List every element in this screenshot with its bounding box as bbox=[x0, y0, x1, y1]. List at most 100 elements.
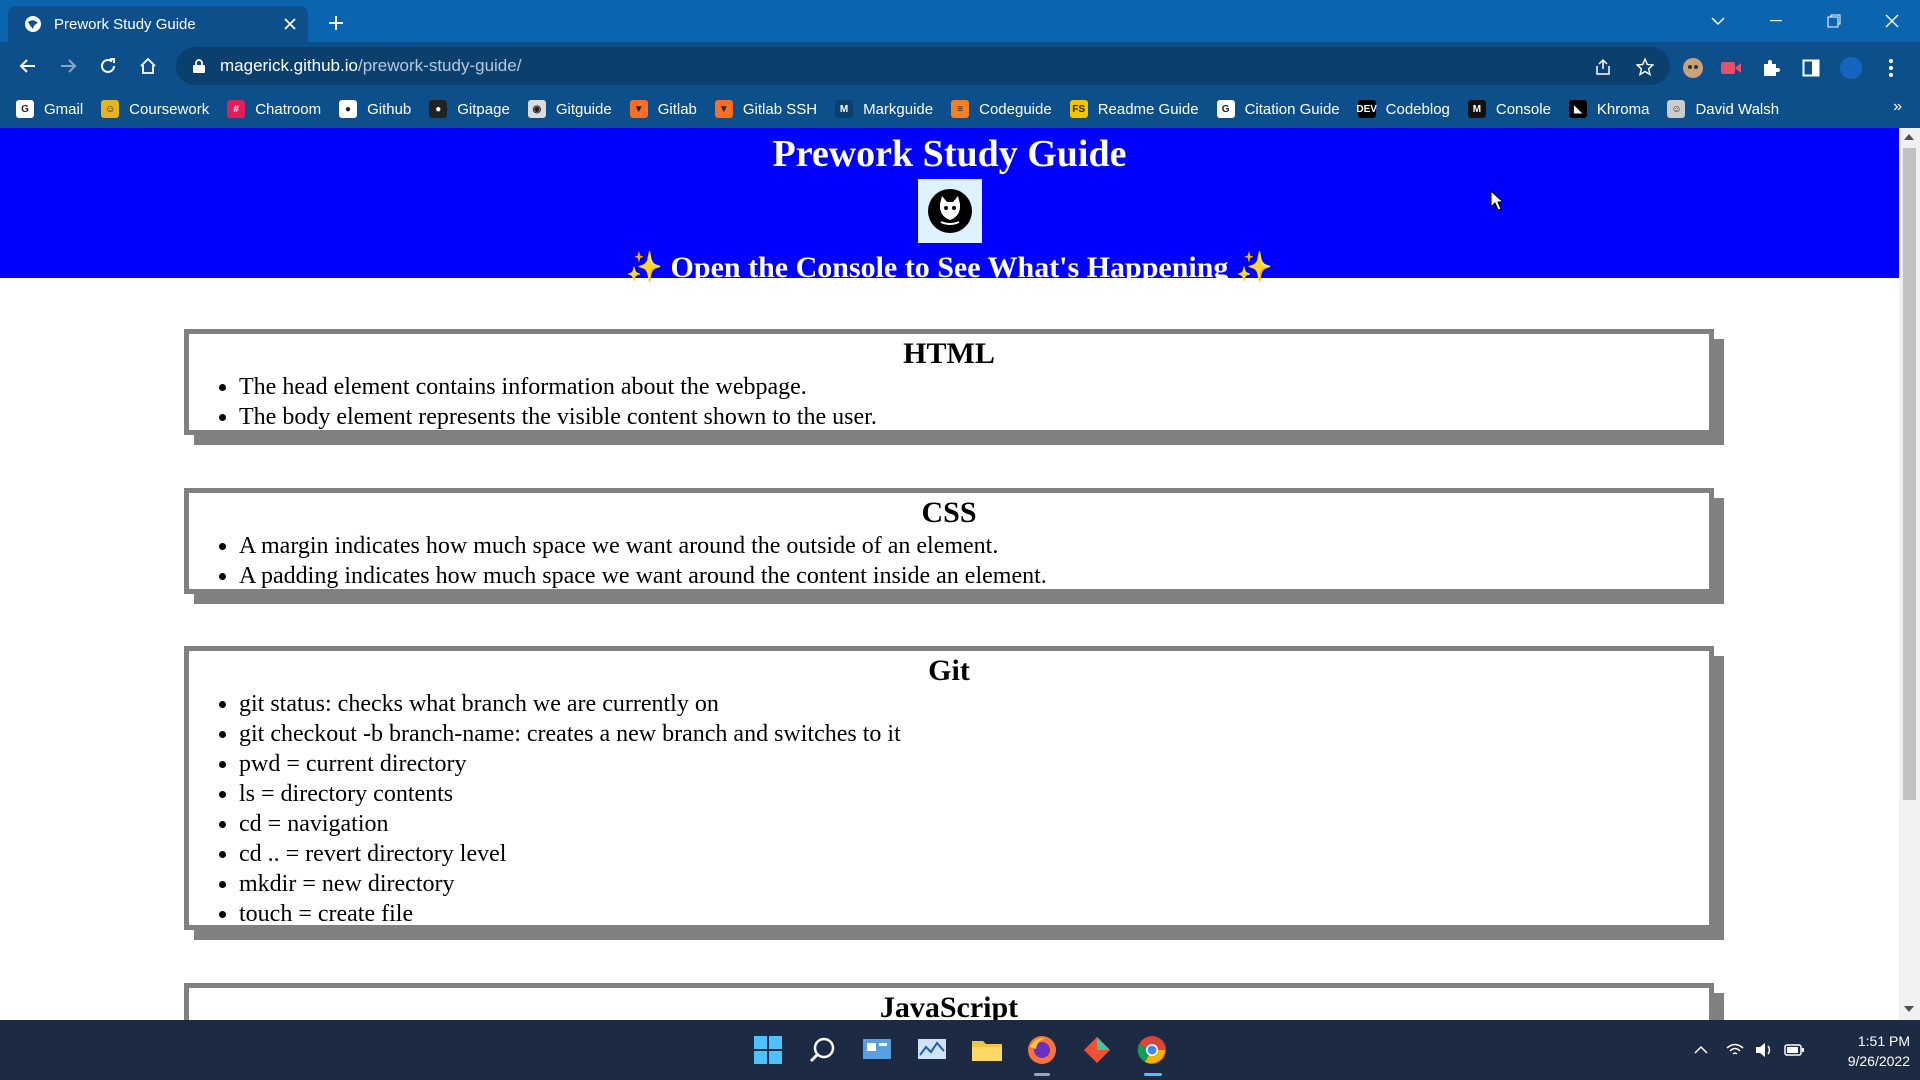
windows-start-icon[interactable] bbox=[748, 1030, 788, 1070]
chevron-up-icon[interactable] bbox=[1690, 1040, 1712, 1060]
dev-icon: DEV bbox=[1356, 100, 1377, 118]
section-heading: Git bbox=[928, 654, 970, 687]
bookmark-item[interactable]: ◉ Gitguide bbox=[527, 100, 612, 118]
url-host: magerick.github.io bbox=[220, 56, 358, 75]
bookmark-label: Console bbox=[1495, 100, 1551, 118]
github-icon: ● bbox=[429, 100, 448, 118]
bookmark-label: Codeblog bbox=[1385, 100, 1450, 118]
section-css: CSS A margin indicates how much space we… bbox=[184, 488, 1714, 594]
list-item: ls = directory contents bbox=[239, 779, 1709, 809]
chrome-icon[interactable] bbox=[1132, 1030, 1172, 1070]
list-item: pwd = current directory bbox=[239, 749, 1709, 779]
search-icon[interactable] bbox=[803, 1030, 843, 1070]
extension-avatar-icon[interactable] bbox=[1680, 55, 1706, 81]
bookmark-label: Readme Guide bbox=[1097, 100, 1199, 118]
file-explorer-icon[interactable] bbox=[967, 1030, 1007, 1070]
forward-arrow-icon[interactable] bbox=[52, 50, 84, 82]
bookmark-label: Gitlab bbox=[657, 100, 697, 118]
tab-title: Prework Study Guide bbox=[54, 15, 196, 33]
bookmark-label: Gitpage bbox=[457, 100, 510, 118]
walsh-icon: ☺ bbox=[1667, 100, 1686, 118]
address-bar[interactable]: magerick.github.io/prework-study-guide/ bbox=[176, 47, 1670, 85]
list-item: git checkout -b branch-name: creates a n… bbox=[239, 719, 1709, 749]
side-panel-icon[interactable] bbox=[1798, 55, 1824, 81]
clock-time: 1:51 PM bbox=[1857, 1033, 1910, 1049]
bookmark-item[interactable]: ▼ Gitlab SSH bbox=[714, 100, 817, 118]
list-item: The head element contains information ab… bbox=[239, 372, 1709, 402]
bookmark-item[interactable]: ● Gitpage bbox=[429, 100, 510, 118]
url-path: /prework-study-guide/ bbox=[357, 56, 522, 75]
bookmark-item[interactable]: ☺ David Walsh bbox=[1667, 100, 1779, 118]
page-header: Prework Study Guide ✨ Open the Console t… bbox=[0, 128, 1899, 284]
page-subtitle: ✨ Open the Console to See What's Happeni… bbox=[625, 251, 1274, 284]
gitlab-icon: ▼ bbox=[629, 100, 648, 118]
google-icon: G bbox=[16, 100, 34, 118]
browser-tab[interactable]: Prework Study Guide bbox=[8, 6, 308, 42]
close-tab-icon[interactable] bbox=[276, 10, 304, 38]
git-kraken-icon[interactable] bbox=[1077, 1030, 1117, 1070]
bookmark-item[interactable]: FS Readme Guide bbox=[1069, 100, 1199, 118]
bookmark-label: Coursework bbox=[129, 100, 210, 118]
performance-monitor-icon[interactable] bbox=[912, 1030, 952, 1070]
vertical-scrollbar[interactable] bbox=[1899, 128, 1920, 1020]
browser-toolbar: magerick.github.io/prework-study-guide/ bbox=[0, 42, 1920, 90]
minimize-button[interactable] bbox=[1748, 0, 1804, 42]
battery-icon[interactable] bbox=[1783, 1040, 1805, 1060]
section-javascript: JavaScript bbox=[184, 983, 1714, 1020]
globe-icon: ◉ bbox=[527, 100, 546, 118]
list-item: A margin indicates how much space we wan… bbox=[239, 531, 1709, 561]
new-tab-button[interactable] bbox=[322, 10, 350, 36]
list-item: The body element represents the visible … bbox=[239, 402, 1709, 432]
section-heading: CSS bbox=[921, 496, 977, 529]
scroll-down-arrow-icon[interactable] bbox=[1904, 1006, 1914, 1012]
list-item: mkdir = new directory bbox=[239, 869, 1709, 899]
system-clock[interactable]: 1:51 PM 9/26/2022 bbox=[1820, 1031, 1910, 1071]
volume-icon[interactable] bbox=[1753, 1040, 1775, 1060]
bookmark-item[interactable]: ≡ Codeguide bbox=[951, 100, 1052, 118]
extension-video-icon[interactable] bbox=[1718, 55, 1744, 81]
bookmark-item[interactable]: G Citation Guide bbox=[1216, 100, 1340, 118]
firefox-icon[interactable] bbox=[1022, 1030, 1062, 1070]
section-list: The head element contains information ab… bbox=[189, 372, 1709, 432]
list-item: cd = navigation bbox=[239, 809, 1709, 839]
bookmark-item[interactable]: DEV Codeblog bbox=[1356, 100, 1450, 118]
bookmark-item[interactable]: ● Github bbox=[339, 100, 411, 118]
bookmark-item[interactable]: M Console bbox=[1467, 100, 1551, 118]
home-icon[interactable] bbox=[132, 50, 164, 82]
share-icon[interactable] bbox=[1592, 56, 1614, 78]
scroll-up-arrow-icon[interactable] bbox=[1904, 134, 1914, 140]
stackoverflow-icon: ≡ bbox=[951, 100, 970, 118]
browser-title-bar: Prework Study Guide bbox=[0, 0, 1920, 42]
bookmark-item[interactable]: ☺ Coursework bbox=[101, 100, 209, 118]
scrollbar-thumb[interactable] bbox=[1903, 148, 1916, 800]
control-panel-icon[interactable] bbox=[857, 1030, 897, 1070]
bookmark-star-icon[interactable] bbox=[1634, 56, 1656, 78]
kebab-menu-icon[interactable] bbox=[1878, 55, 1904, 81]
bookmark-item[interactable]: M Markguide bbox=[835, 100, 933, 118]
google-icon: G bbox=[1216, 100, 1235, 118]
list-item: git status: checks what branch we are cu… bbox=[239, 689, 1709, 719]
khroma-icon: ◣ bbox=[1568, 100, 1587, 118]
bookmark-item[interactable]: # Chatroom bbox=[227, 100, 321, 118]
github-icon: ● bbox=[339, 100, 358, 118]
reload-icon[interactable] bbox=[92, 50, 124, 82]
tab-search-icon[interactable] bbox=[1690, 0, 1746, 42]
page-viewport: Prework Study Guide ✨ Open the Console t… bbox=[0, 128, 1899, 1020]
close-window-button[interactable] bbox=[1864, 0, 1920, 42]
running-indicator bbox=[1034, 1073, 1050, 1076]
bookmarks-more-button[interactable]: » bbox=[1893, 98, 1902, 116]
slack-icon: # bbox=[227, 100, 246, 118]
bookmark-item[interactable]: G Gmail bbox=[16, 100, 83, 118]
profile-avatar[interactable] bbox=[1838, 55, 1864, 81]
restore-button[interactable] bbox=[1806, 0, 1862, 42]
extensions-puzzle-icon[interactable] bbox=[1758, 55, 1784, 81]
section-heading: HTML bbox=[903, 337, 995, 370]
lock-icon[interactable] bbox=[192, 58, 208, 74]
active-indicator bbox=[1144, 1073, 1162, 1076]
cat-avatar-image bbox=[917, 179, 982, 243]
back-arrow-icon[interactable] bbox=[12, 50, 44, 82]
wifi-icon[interactable] bbox=[1724, 1040, 1746, 1060]
bookmark-item[interactable]: ◣ Khroma bbox=[1568, 100, 1649, 118]
bookmark-item[interactable]: ▼ Gitlab bbox=[629, 100, 697, 118]
bookmark-label: Github bbox=[367, 100, 412, 118]
